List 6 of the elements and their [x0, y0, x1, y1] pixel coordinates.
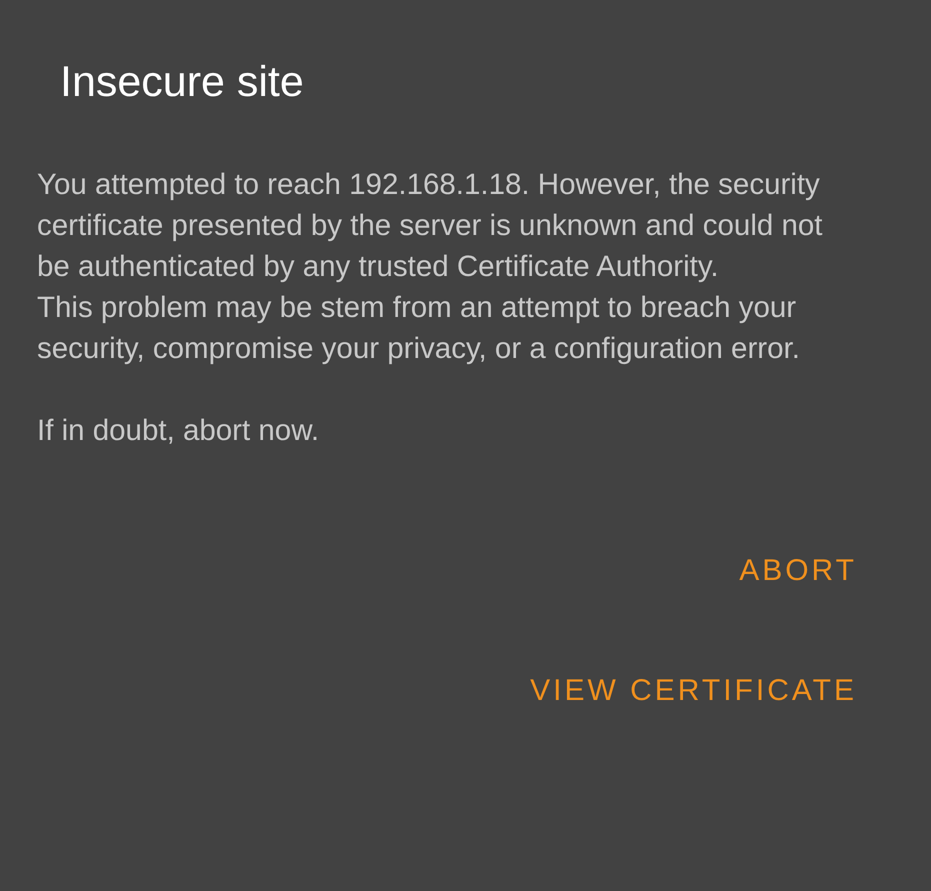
message-text: If in doubt, abort now.	[37, 413, 320, 449]
dialog-button[interactable]: ABORT	[735, 546, 861, 596]
message-text: This problem may be stem from an attempt to breach your security, compromise your privacy, or a configuration error.	[37, 290, 801, 367]
message-text: You attempted to reach 192.168.1.18. However, the security certificate presented by the server is unknown and could not be authenticated by any trusted Certificate Authority.	[37, 167, 824, 285]
dialog-button[interactable]: VIEW CERTIFICATE	[526, 666, 861, 716]
dialog-title: Insecure site	[60, 57, 304, 108]
